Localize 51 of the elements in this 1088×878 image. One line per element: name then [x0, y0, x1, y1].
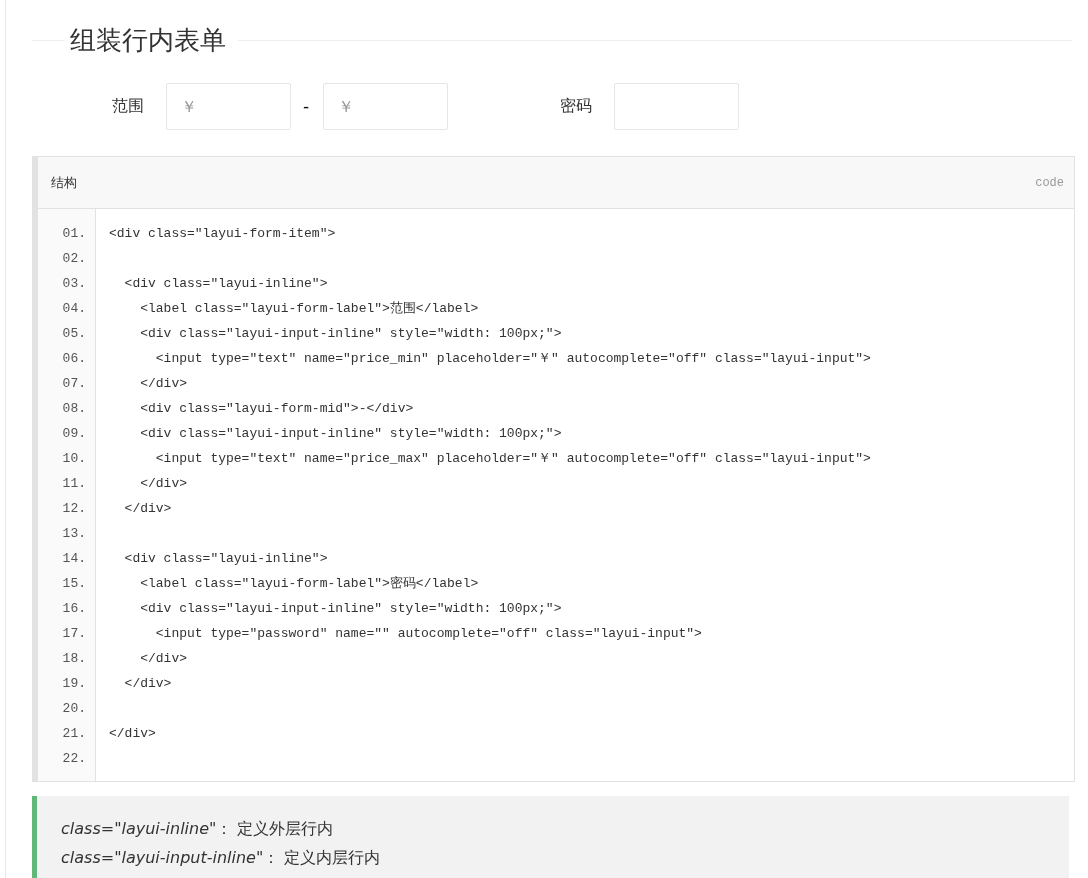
line-number: 17.	[61, 625, 87, 643]
code-line: <div class="layui-form-mid">-</div>	[139, 401, 414, 416]
line-number: 02.	[61, 250, 87, 268]
line-number: 18.	[61, 650, 87, 668]
line-number: 13.	[61, 525, 87, 543]
line-number: 20.	[61, 700, 87, 718]
section-title: 组装行内表单	[69, 24, 227, 57]
line-number: 07.	[61, 375, 87, 393]
line-number: 04.	[61, 300, 87, 318]
code-line: <input type="text" name="price_min" placeholder="￥" autocomplete="off" class="layui-input">	[154, 351, 871, 366]
line-number: 03.	[61, 275, 87, 293]
line-number: 16.	[61, 600, 87, 618]
line-number: 05.	[61, 325, 87, 343]
input-field[interactable]: ￥	[323, 82, 448, 130]
line-number: 10.	[61, 450, 87, 468]
code-line: <div class="layui-input-inline" style="width: 100px;">	[139, 601, 562, 616]
code-line: <input type="password" name="" autocomplete="off" class="layui-input">	[154, 626, 702, 641]
range-separator: -	[302, 96, 311, 116]
line-number: 06.	[61, 350, 87, 368]
line-number: 09.	[61, 425, 87, 443]
code-line: <div class="layui-input-inline" style="width: 100px;">	[139, 426, 562, 441]
code-title: 结构	[51, 173, 77, 192]
line-number: 22.	[61, 750, 87, 768]
line-number: 15.	[61, 575, 87, 593]
code-line: </div>	[139, 651, 187, 666]
line-number: 21.	[61, 725, 87, 743]
line-number: 08.	[61, 400, 87, 418]
input-field[interactable]: ￥	[166, 82, 291, 130]
note-text: class="layui-input-inline"： 定义内层行内	[61, 848, 381, 867]
code-line: <input type="text" name="price_max" placeholder="￥" autocomplete="off" class="layui-input">	[154, 451, 871, 466]
code-line: </div>	[123, 501, 172, 516]
code-line: <div class="layui-inline">	[123, 276, 328, 291]
line-number: 01.	[61, 225, 87, 243]
code-line: </div>	[109, 726, 156, 741]
code-line: <div class="layui-form-item">	[109, 226, 336, 241]
code-tag: code	[1035, 175, 1064, 190]
code-line: </div>	[139, 476, 187, 491]
code-line: <div class="layui-inline">	[123, 551, 328, 566]
line-number: 12.	[61, 500, 87, 518]
password-field[interactable]	[614, 82, 739, 130]
field-label: 范围	[112, 95, 145, 117]
code-line: </div>	[123, 676, 172, 691]
line-number: 14.	[61, 550, 87, 568]
code-line: <label class="layui-form-label">密码</label>	[139, 576, 479, 591]
code-line: </div>	[139, 376, 187, 391]
field-label: 密码	[560, 95, 593, 117]
line-number: 11.	[61, 475, 87, 493]
code-line: <label class="layui-form-label">范围</label>	[139, 301, 479, 316]
line-number: 19.	[61, 675, 87, 693]
code-line: <div class="layui-input-inline" style="width: 100px;">	[139, 326, 562, 341]
note-text: class="layui-inline"： 定义外层行内	[61, 819, 334, 838]
